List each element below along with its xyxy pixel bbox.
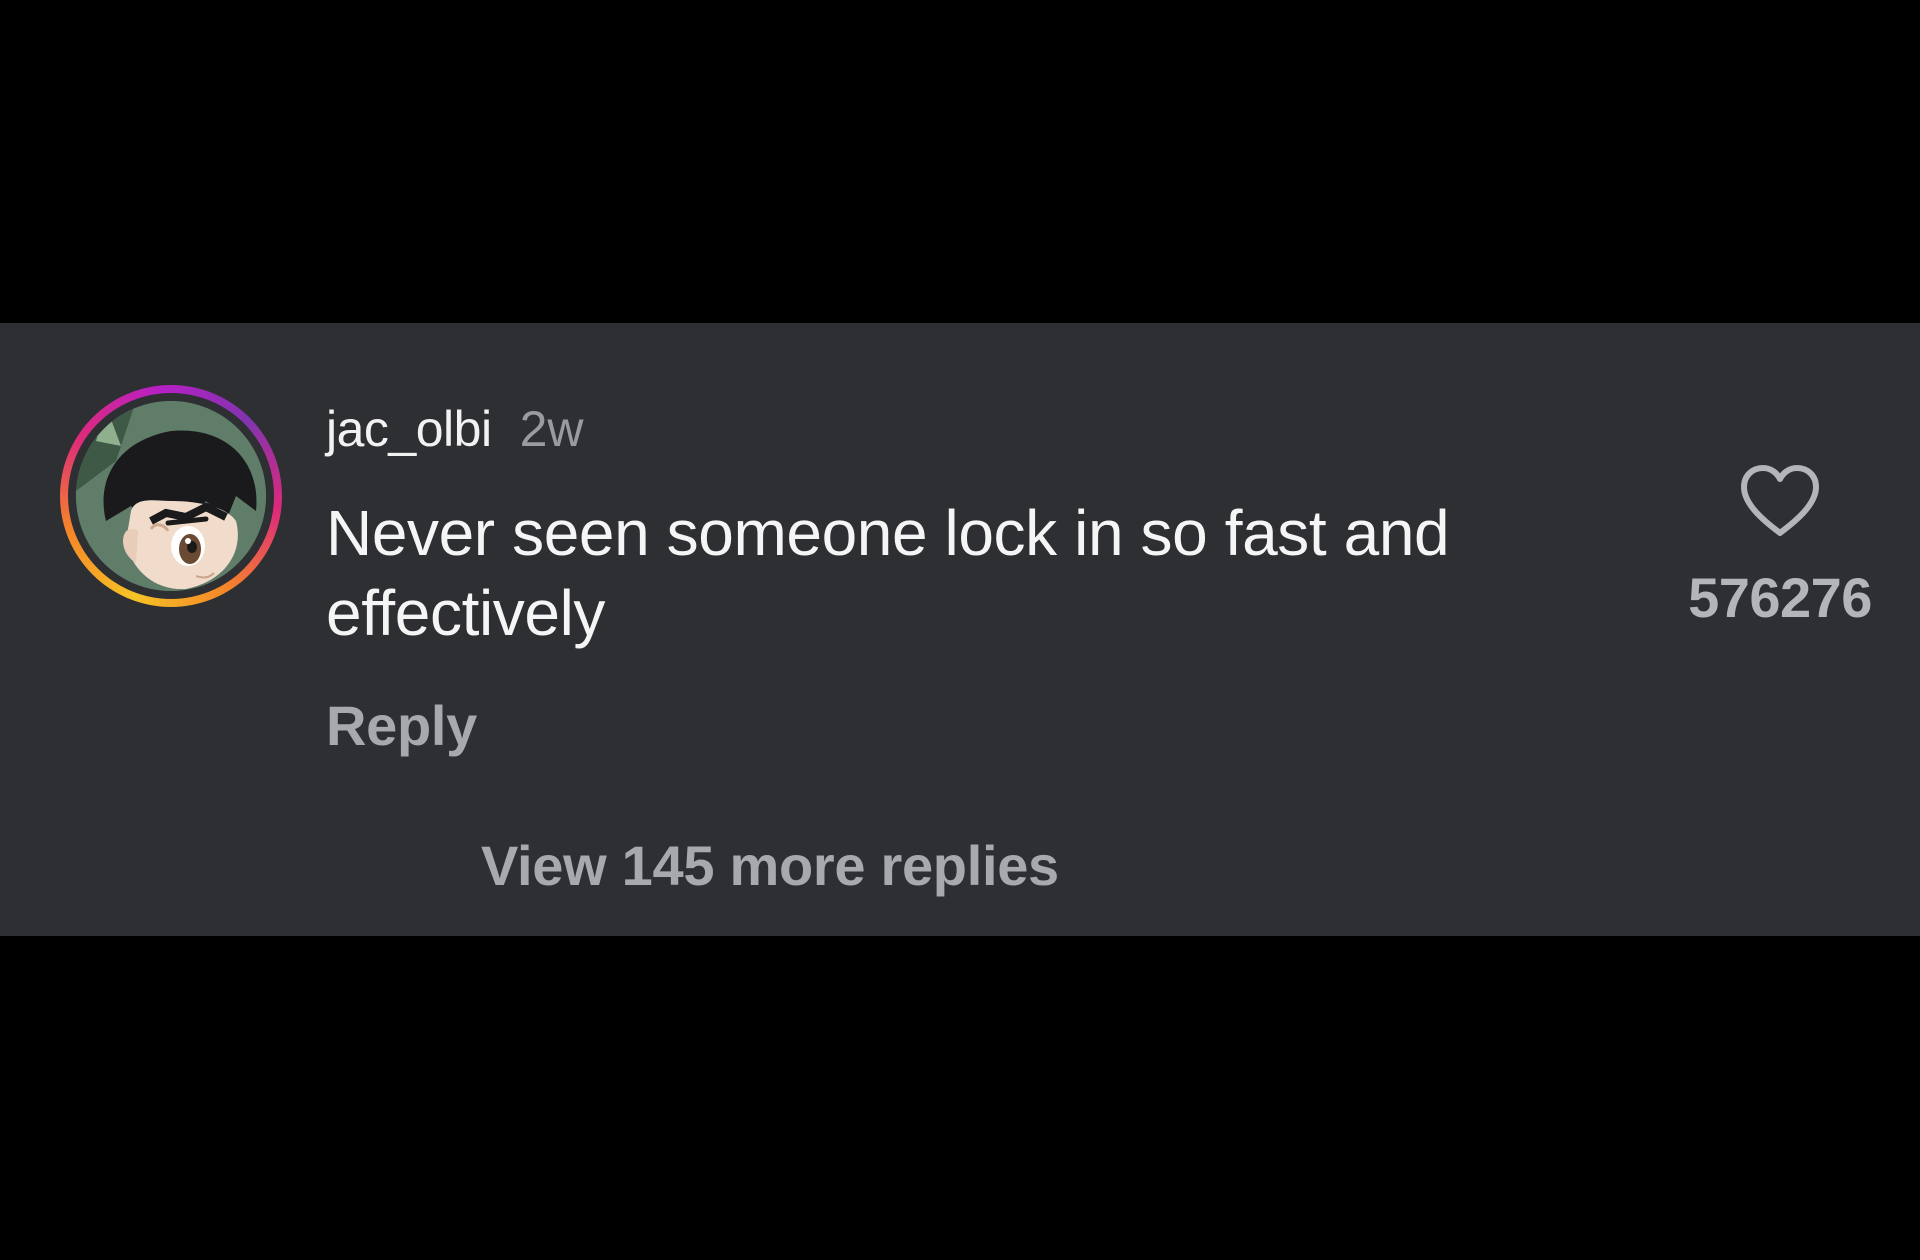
reply-button[interactable]: Reply [326,693,477,759]
avatar[interactable] [76,401,266,591]
comment-text: Never seen someone lock in so fast and e… [326,497,1450,649]
like-section: 576276 [1660,463,1900,631]
comment-meta: jac_olbi 2w [326,399,583,459]
username[interactable]: jac_olbi [326,401,492,457]
view-more-replies-button[interactable]: View 145 more replies [481,833,1059,899]
like-count: 576276 [1688,566,1872,629]
timestamp: 2w [519,401,584,457]
avatar-ring-gap [68,393,274,599]
heart-outline-icon[interactable] [1738,463,1822,539]
comment-card: jac_olbi 2w Never seen someone lock in so… [0,323,1920,936]
avatar-image [76,401,266,591]
story-ring[interactable] [60,385,282,607]
screen: jac_olbi 2w Never seen someone lock in so… [0,0,1920,1260]
